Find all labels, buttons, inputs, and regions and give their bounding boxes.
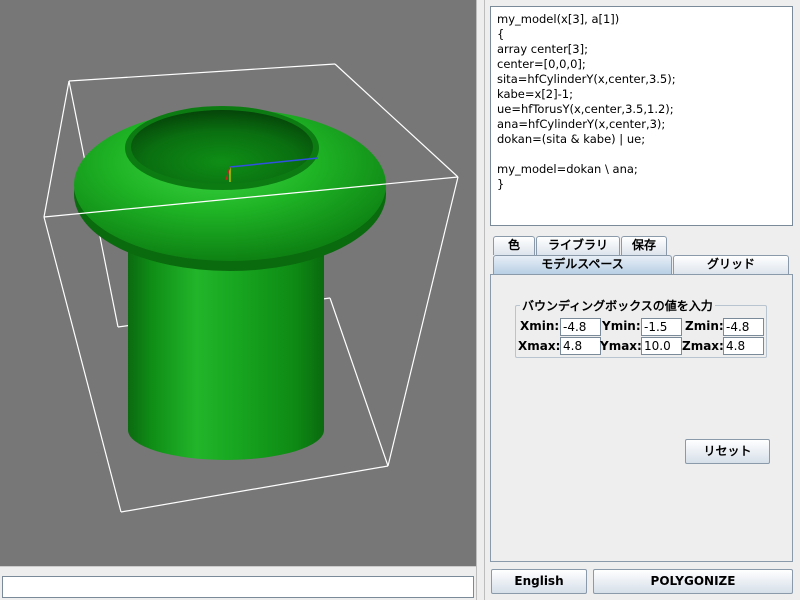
code-editor[interactable]: my_model(x[3], a[1]) { array center[3]; … <box>490 6 793 226</box>
tab-library[interactable]: ライブラリ <box>536 236 620 255</box>
xmax-label: Xmax: <box>518 339 561 353</box>
cylinder-body <box>128 240 324 460</box>
tab-color[interactable]: 色 <box>493 236 535 255</box>
tab-save[interactable]: 保存 <box>621 236 667 255</box>
ymax-label: Ymax: <box>600 339 642 353</box>
3d-viewport[interactable] <box>0 0 476 566</box>
zmax-label: Zmax: <box>682 339 724 353</box>
zmax-field[interactable] <box>723 337 764 355</box>
bounding-box-title: バウンディングボックスの値を入力 <box>520 297 715 314</box>
xmin-field[interactable] <box>560 318 601 336</box>
ymin-label: Ymin: <box>602 319 641 333</box>
xmin-label: Xmin: <box>520 319 560 333</box>
zmin-label: Zmin: <box>685 319 724 333</box>
status-field[interactable] <box>2 576 474 598</box>
ymin-field[interactable] <box>641 318 682 336</box>
language-button[interactable]: English <box>491 569 587 594</box>
reset-button[interactable]: リセット <box>685 439 770 464</box>
model-render <box>43 63 459 513</box>
status-bar <box>0 566 476 600</box>
split-pane-divider[interactable] <box>476 0 485 600</box>
tab-grid[interactable]: グリッド <box>673 255 789 274</box>
model-space-panel: バウンディングボックスの値を入力 Xmin: Ymin: Zmin: Xmax:… <box>490 274 793 562</box>
polygonize-button[interactable]: POLYGONIZE <box>593 569 793 594</box>
tab-model-space[interactable]: モデルスペース <box>493 255 672 274</box>
zmin-field[interactable] <box>723 318 764 336</box>
xmax-field[interactable] <box>560 337 601 355</box>
ymax-field[interactable] <box>641 337 682 355</box>
